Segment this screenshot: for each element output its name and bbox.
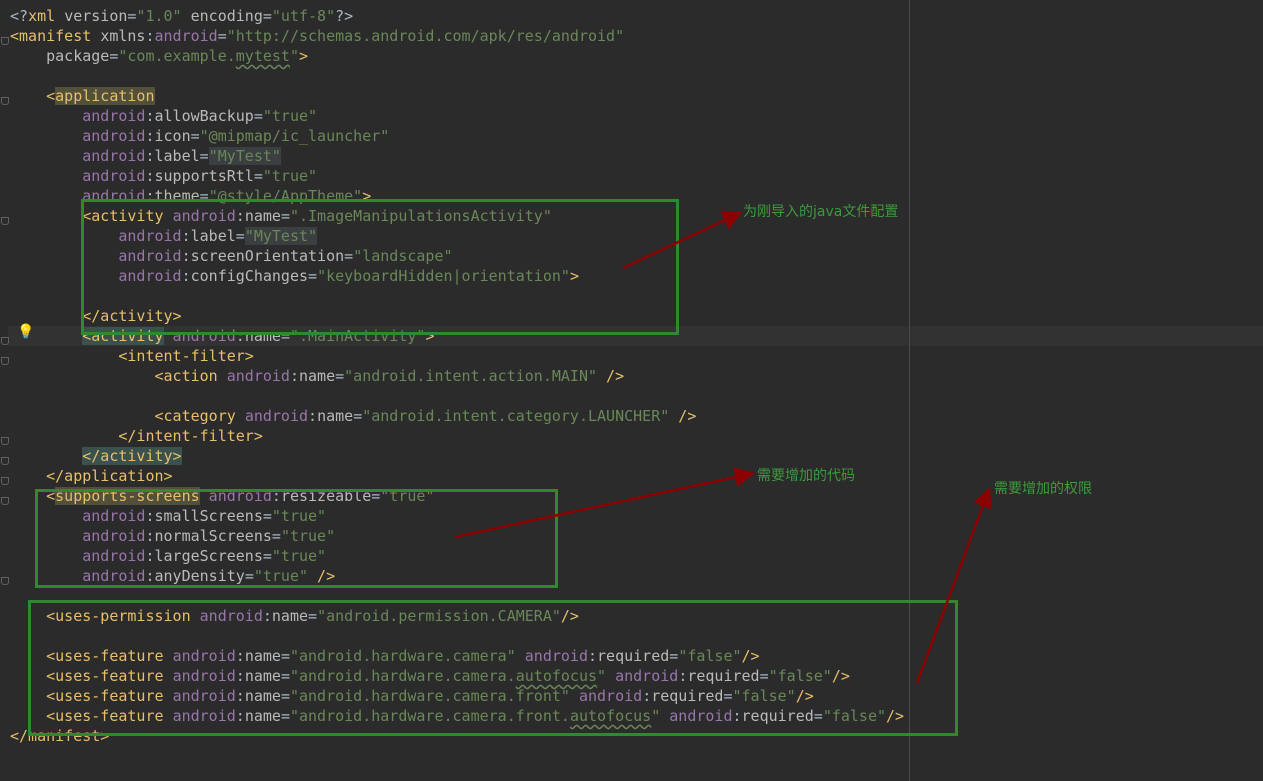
arrow-supports-screens — [454, 467, 755, 539]
arrow-permissions — [915, 487, 993, 684]
annotation-permission-note: 需要增加的权限 — [994, 481, 1092, 497]
annotation-code-note: 需要增加的代码 — [757, 468, 855, 484]
arrow-activity — [622, 211, 743, 270]
annotation-activity-note: 为刚导入的java文件配置 — [743, 204, 899, 220]
annotation-arrows — [454, 211, 993, 684]
